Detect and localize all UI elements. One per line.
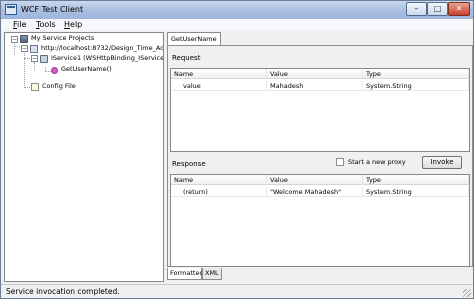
tab-getusername[interactable]: GetUserName xyxy=(167,32,221,45)
column-header-value[interactable]: Value xyxy=(267,175,363,185)
tree-item-operation[interactable]: GetUserName() xyxy=(61,65,112,74)
window-title: WCF Test Client xyxy=(21,5,84,14)
operation-panel: Request Name Value Type value Mahadesh S… xyxy=(167,45,473,267)
request-name-cell: value xyxy=(171,81,267,91)
close-button[interactable]: ✕ xyxy=(448,2,470,16)
tree-item-config[interactable]: Config File xyxy=(42,82,76,91)
maximize-button[interactable]: □ xyxy=(427,2,448,16)
tree-item-contract[interactable]: IService1 (WSHttpBinding_IService1) xyxy=(51,54,163,63)
request-type-cell: System.String xyxy=(363,81,469,91)
response-type-cell: System.String xyxy=(363,187,469,197)
response-value-cell: "Welcome Mahadesh" xyxy=(267,187,363,197)
tree-connector xyxy=(24,50,25,88)
response-grid[interactable]: Name Value Type (return) "Welcome Mahade… xyxy=(170,174,470,267)
response-grid-header: Name Value Type xyxy=(171,175,469,185)
service-icon xyxy=(30,45,38,53)
column-header-type[interactable]: Type xyxy=(363,69,469,79)
status-text: Service invocation completed. xyxy=(6,287,120,296)
operation-tabstrip: GetUserName xyxy=(167,32,473,45)
column-header-name[interactable]: Name xyxy=(171,175,267,185)
title-bar[interactable]: WCF Test Client – □ ✕ xyxy=(1,1,473,19)
app-icon xyxy=(5,4,17,15)
tree-connector xyxy=(14,46,20,47)
expand-toggle-icon[interactable]: − xyxy=(21,45,28,52)
tree-connector xyxy=(45,67,46,72)
request-grid[interactable]: Name Value Type value Mahadesh System.St… xyxy=(170,68,470,152)
minimize-button[interactable]: – xyxy=(406,2,427,16)
request-value-cell[interactable]: Mahadesh xyxy=(267,81,363,91)
column-header-type[interactable]: Type xyxy=(363,175,469,185)
menu-file[interactable]: File xyxy=(13,20,26,29)
menu-tools[interactable]: Tools xyxy=(36,20,56,29)
tab-xml[interactable]: XML xyxy=(202,268,222,280)
tree-connector xyxy=(34,62,35,70)
tree-connector xyxy=(14,41,15,55)
menu-help[interactable]: Help xyxy=(64,20,82,29)
tree-connector xyxy=(24,58,30,59)
column-header-value[interactable]: Value xyxy=(267,69,363,79)
table-row[interactable]: value Mahadesh System.String xyxy=(171,81,469,91)
config-file-icon xyxy=(31,83,39,91)
expand-toggle-icon[interactable]: − xyxy=(11,36,18,43)
table-row[interactable]: (return) "Welcome Mahadesh" System.Strin… xyxy=(171,187,469,197)
app-window: WCF Test Client – □ ✕ File Tools Help − … xyxy=(0,0,474,299)
operation-icon xyxy=(51,67,58,74)
request-grid-header: Name Value Type xyxy=(171,69,469,79)
expand-toggle-icon[interactable]: − xyxy=(31,55,38,62)
column-header-name[interactable]: Name xyxy=(171,69,267,79)
status-bar: Service invocation completed. xyxy=(1,284,473,298)
tree-item-projects[interactable]: My Service Projects xyxy=(31,34,94,43)
tab-formatted[interactable]: Formatted xyxy=(167,268,204,280)
tree-item-endpoint[interactable]: http://localhost:8732/Design_Time_Addr xyxy=(41,44,163,53)
invoke-button[interactable]: Invoke xyxy=(422,156,462,169)
response-name-cell: (return) xyxy=(171,187,267,197)
new-proxy-checkbox[interactable] xyxy=(336,158,344,166)
service-tree[interactable]: − My Service Projects − http://localhost… xyxy=(4,32,164,282)
projects-icon xyxy=(20,35,28,43)
menu-bar: File Tools Help xyxy=(1,19,473,31)
contract-icon xyxy=(40,55,48,63)
request-label: Request xyxy=(172,54,201,62)
new-proxy-label: Start a new proxy xyxy=(348,158,406,166)
resize-grip-icon[interactable] xyxy=(463,289,471,297)
response-label: Response xyxy=(172,160,206,168)
